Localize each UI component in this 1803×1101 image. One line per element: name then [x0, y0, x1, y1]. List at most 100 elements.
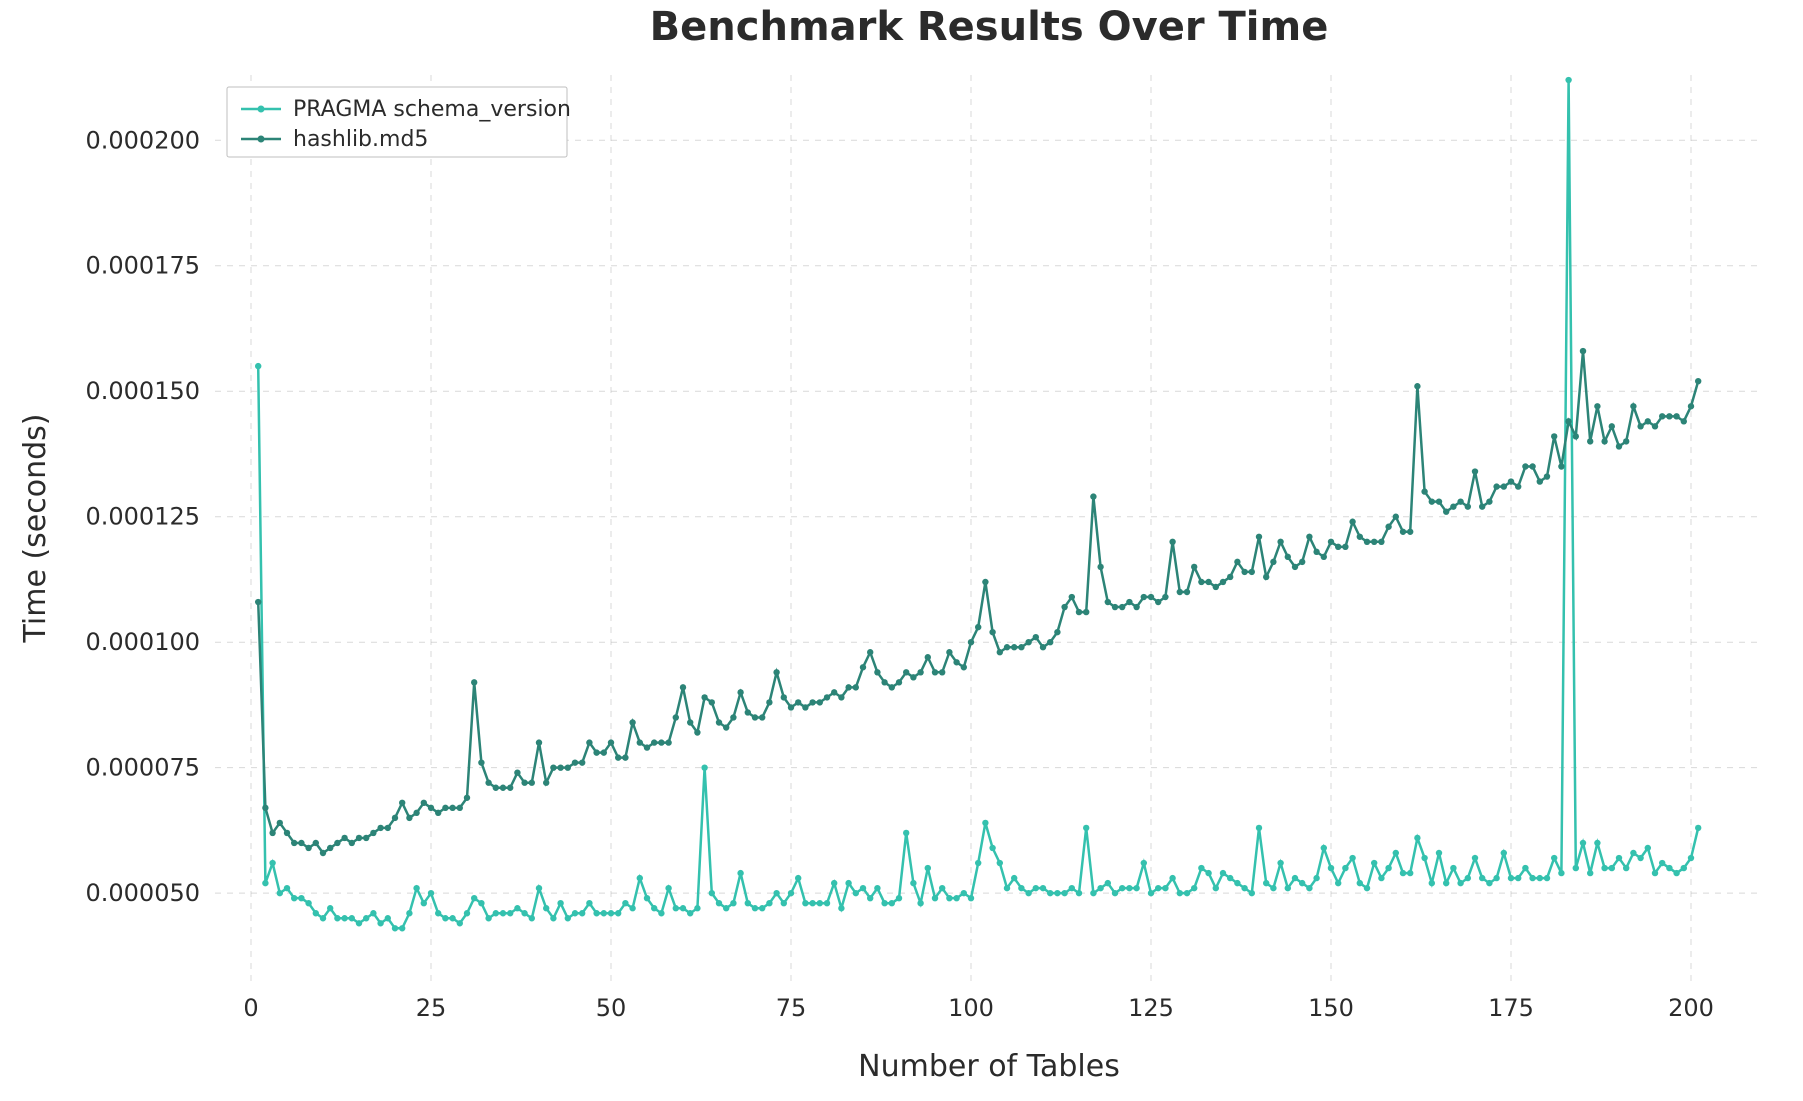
series-marker-0	[1270, 885, 1276, 891]
series-marker-0	[1321, 845, 1327, 851]
series-marker-0	[1594, 840, 1600, 846]
series-marker-1	[1436, 498, 1442, 504]
series-marker-1	[356, 835, 362, 841]
series-marker-0	[1688, 855, 1694, 861]
series-marker-1	[1169, 539, 1175, 545]
series-marker-0	[1011, 875, 1017, 881]
series-marker-0	[1299, 880, 1305, 886]
series-marker-0	[1479, 875, 1485, 881]
series-marker-1	[1011, 644, 1017, 650]
series-marker-1	[593, 749, 599, 755]
series-marker-1	[1148, 594, 1154, 600]
series-marker-1	[478, 759, 484, 765]
series-marker-1	[651, 739, 657, 745]
series-marker-1	[262, 805, 268, 811]
series-marker-1	[550, 764, 556, 770]
series-marker-0	[766, 900, 772, 906]
series-marker-0	[579, 910, 585, 916]
series-marker-1	[781, 694, 787, 700]
series-marker-0	[874, 885, 880, 891]
series-marker-0	[1249, 890, 1255, 896]
series-marker-1	[464, 795, 470, 801]
series-marker-0	[1407, 870, 1413, 876]
series-marker-1	[874, 669, 880, 675]
series-marker-0	[1342, 865, 1348, 871]
series-marker-0	[817, 900, 823, 906]
series-marker-0	[1580, 840, 1586, 846]
series-marker-1	[557, 764, 563, 770]
series-marker-1	[1630, 403, 1636, 409]
series-marker-1	[1177, 589, 1183, 595]
series-marker-0	[277, 890, 283, 896]
series-marker-0	[1609, 865, 1615, 871]
series-marker-1	[1681, 418, 1687, 424]
series-marker-1	[572, 759, 578, 765]
series-marker-0	[1191, 885, 1197, 891]
series-marker-1	[1508, 478, 1514, 484]
series-marker-0	[615, 910, 621, 916]
series-marker-1	[449, 805, 455, 811]
series-marker-1	[1414, 383, 1420, 389]
series-marker-1	[1205, 579, 1211, 585]
series-marker-0	[608, 910, 614, 916]
series-marker-0	[1033, 885, 1039, 891]
series-marker-1	[521, 780, 527, 786]
series-marker-1	[1551, 433, 1557, 439]
series-marker-1	[867, 649, 873, 655]
series-marker-1	[1465, 503, 1471, 509]
series-marker-0	[1349, 855, 1355, 861]
series-marker-1	[1076, 609, 1082, 615]
series-marker-1	[795, 699, 801, 705]
series-marker-0	[910, 880, 916, 886]
series-marker-0	[1414, 835, 1420, 841]
series-marker-0	[975, 860, 981, 866]
series-marker-1	[298, 840, 304, 846]
series-marker-1	[1191, 564, 1197, 570]
legend-label: PRAGMA schema_version	[293, 97, 571, 122]
legend-label: hashlib.md5	[293, 127, 428, 152]
series-marker-1	[968, 639, 974, 645]
series-marker-1	[1616, 443, 1622, 449]
series-marker-0	[629, 905, 635, 911]
series-marker-0	[1335, 880, 1341, 886]
series-marker-1	[1141, 594, 1147, 600]
legend-swatch-marker	[258, 136, 265, 143]
y-tick-label: 0.000050	[85, 879, 200, 907]
series-marker-0	[1213, 885, 1219, 891]
series-marker-1	[1025, 639, 1031, 645]
series-marker-0	[471, 895, 477, 901]
series-marker-0	[658, 910, 664, 916]
series-marker-0	[457, 920, 463, 926]
series-marker-0	[1400, 870, 1406, 876]
series-marker-1	[320, 850, 326, 856]
series-marker-1	[255, 599, 261, 605]
series-marker-1	[1313, 549, 1319, 555]
series-marker-1	[737, 689, 743, 695]
series-marker-1	[946, 649, 952, 655]
series-marker-1	[809, 699, 815, 705]
series-marker-1	[1645, 418, 1651, 424]
x-tick-label: 25	[416, 994, 447, 1022]
series-marker-1	[1457, 498, 1463, 504]
series-marker-1	[622, 754, 628, 760]
series-marker-0	[255, 363, 261, 369]
series-marker-0	[701, 764, 707, 770]
series-marker-0	[1378, 875, 1384, 881]
series-marker-0	[680, 905, 686, 911]
x-tick-label: 100	[948, 994, 994, 1022]
series-marker-0	[644, 895, 650, 901]
series-marker-1	[1594, 403, 1600, 409]
series-marker-0	[853, 890, 859, 896]
legend-swatch-marker	[258, 106, 265, 113]
series-marker-0	[442, 915, 448, 921]
y-tick-label: 0.000175	[85, 252, 200, 280]
series-marker-0	[1573, 865, 1579, 871]
series-marker-0	[989, 845, 995, 851]
series-line-1	[258, 351, 1698, 853]
series-marker-0	[968, 895, 974, 901]
series-marker-1	[694, 729, 700, 735]
series-marker-1	[1688, 403, 1694, 409]
series-marker-0	[622, 900, 628, 906]
series-marker-0	[881, 900, 887, 906]
series-marker-1	[291, 840, 297, 846]
